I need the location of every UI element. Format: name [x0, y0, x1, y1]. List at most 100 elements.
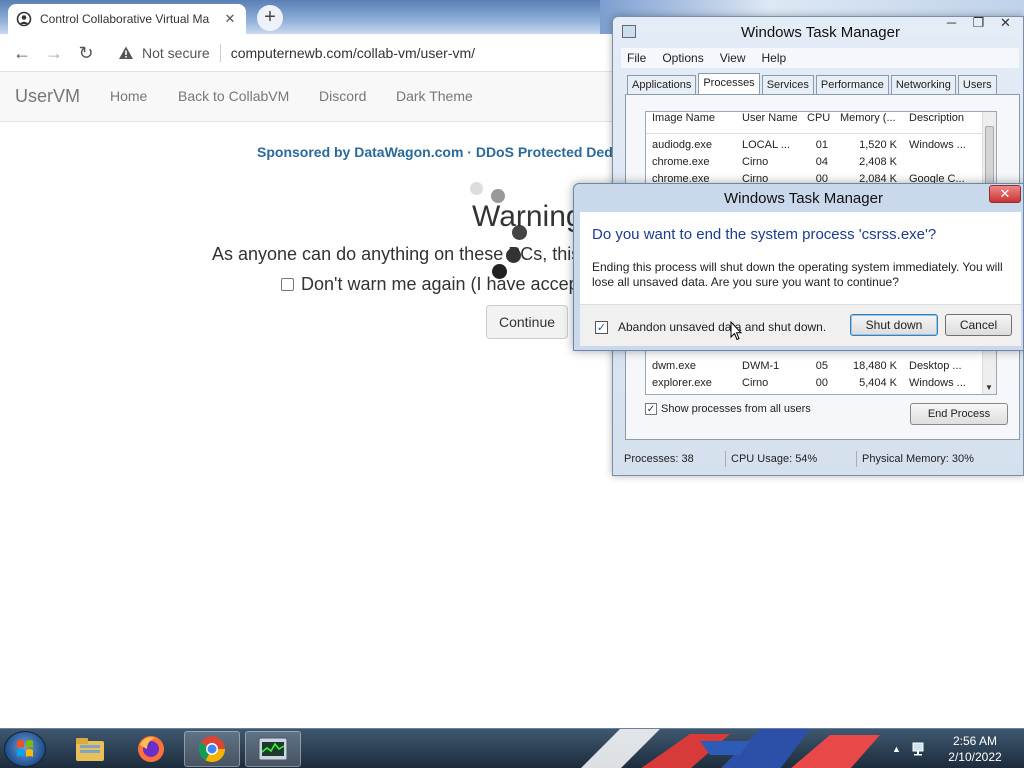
cell-image: audiodg.exe — [652, 139, 712, 151]
cell-image: explorer.exe — [652, 377, 712, 389]
menu-options[interactable]: Options — [662, 51, 703, 65]
scroll-thumb[interactable] — [985, 126, 994, 186]
taskbar-firefox[interactable] — [123, 731, 179, 767]
end-process-button[interactable]: End Process — [910, 403, 1008, 425]
cell-description — [903, 154, 983, 171]
back-arrow-icon[interactable]: ← — [10, 41, 34, 65]
tab-users[interactable]: Users — [957, 75, 997, 94]
table-row[interactable]: explorer.exe Cirno 00 5,404 K Windows ..… — [646, 375, 983, 392]
dialog-body: Do you want to end the system process 'c… — [580, 212, 1021, 346]
cell-user: LOCAL ... — [742, 139, 790, 151]
shut-down-button[interactable]: Shut down — [850, 314, 938, 336]
not-secure-warning-icon — [119, 46, 133, 59]
sponsor-link[interactable]: Sponsored by DataWagon.com · DDoS Protec… — [257, 144, 613, 160]
system-tray: ▲ — [892, 729, 929, 768]
cell-image: chrome.exe — [652, 156, 710, 168]
col-description[interactable]: Description — [903, 112, 983, 133]
end-process-dialog: Windows Task Manager ✕ Do you want to en… — [573, 183, 1024, 351]
window-caption-buttons: ─ ❐ ✕ — [938, 15, 1019, 33]
menu-file[interactable]: File — [627, 51, 646, 65]
cell-cpu: 05 — [815, 360, 828, 372]
cell-user: Cirno — [742, 156, 769, 168]
tab-processes[interactable]: Processes — [698, 73, 760, 94]
menu-help[interactable]: Help — [762, 51, 787, 65]
dialog-title: Windows Task Manager — [724, 190, 883, 207]
browser-tab[interactable]: Control Collaborative Virtual Ma ✕ — [8, 4, 246, 34]
warning-text: As anyone can do anything on these PCs, … — [212, 244, 581, 264]
table-row[interactable]: chrome.exe Cirno 04 2,408 K — [646, 154, 983, 171]
taskbar-task-manager[interactable] — [245, 731, 301, 767]
cell-memory: 2,408 K — [859, 156, 897, 168]
taskbar-clock[interactable]: 2:56 AM 2/10/2022 — [945, 733, 1005, 765]
security-label: Not secure — [142, 45, 210, 61]
nav-dark-theme-link[interactable]: Dark Theme — [396, 88, 473, 104]
cell-cpu: 01 — [815, 139, 828, 151]
minimize-icon[interactable]: ─ — [938, 15, 965, 33]
cell-description: Desktop ... — [909, 360, 962, 372]
show-hidden-icons-icon[interactable]: ▲ — [892, 744, 901, 754]
new-tab-button[interactable]: + — [257, 5, 283, 31]
explorer-icon — [76, 738, 104, 761]
show-all-processes-row[interactable]: ✓ Show processes from all users — [645, 403, 811, 415]
tab-title: Control Collaborative Virtual Ma — [40, 12, 210, 26]
col-cpu[interactable]: CPU — [801, 112, 834, 133]
col-image-name[interactable]: Image Name — [646, 112, 736, 133]
nav-back-collabvm-link[interactable]: Back to CollabVM — [178, 88, 289, 104]
dialog-footer: ✓ Abandon unsaved data and shut down. Sh… — [580, 304, 1021, 346]
continue-button[interactable]: Continue — [486, 305, 568, 339]
nav-home-link[interactable]: Home — [110, 88, 147, 104]
warning-heading: Warning — [472, 200, 583, 233]
chrome-icon — [198, 736, 226, 763]
cell-cpu: 04 — [815, 156, 828, 168]
cell-user: DWM-1 — [742, 360, 780, 372]
cell-description: Windows ... — [909, 139, 966, 151]
cell-memory: 1,520 K — [859, 139, 897, 151]
clock-date: 2/10/2022 — [948, 750, 1002, 764]
show-all-checkbox[interactable]: ✓ — [645, 403, 657, 415]
abandon-data-row[interactable]: ✓ Abandon unsaved data and shut down. — [595, 320, 826, 334]
scroll-down-icon[interactable]: ▼ — [985, 383, 993, 392]
tab-networking[interactable]: Networking — [890, 75, 956, 94]
reload-icon[interactable]: ↻ — [74, 41, 98, 65]
tab-applications[interactable]: Applications — [627, 75, 697, 94]
abandon-data-checkbox[interactable]: ✓ — [595, 320, 608, 334]
table-row[interactable]: audiodg.exe LOCAL ... 01 1,520 K Windows… — [646, 137, 983, 154]
site-brand[interactable]: UserVM — [15, 86, 80, 107]
status-processes: Processes: 38 — [619, 451, 726, 467]
col-memory[interactable]: Memory (... — [834, 112, 903, 133]
forward-arrow-icon[interactable]: → — [42, 41, 66, 65]
cell-description: Windows ... — [909, 377, 966, 389]
cell-image: dwm.exe — [652, 360, 697, 372]
clock-time: 2:56 AM — [952, 734, 998, 748]
col-user-name[interactable]: User Name — [736, 112, 801, 133]
dont-warn-label: Don't warn me again (I have accep — [301, 274, 579, 294]
menu-view[interactable]: View — [720, 51, 746, 65]
firefox-icon — [138, 736, 164, 762]
close-icon[interactable]: ✕ — [992, 15, 1019, 33]
task-manager-icon — [258, 737, 288, 761]
status-cpu: CPU Usage: 54% — [726, 451, 857, 467]
dont-warn-row[interactable]: Don't warn me again (I have accep — [281, 274, 579, 295]
nav-discord-link[interactable]: Discord — [319, 88, 366, 104]
network-icon[interactable] — [911, 740, 929, 758]
task-manager-app-icon — [622, 25, 636, 38]
tab-close-icon[interactable]: ✕ — [222, 11, 238, 27]
start-button[interactable] — [4, 731, 46, 767]
address-bar[interactable]: Not secure computernewb.com/collab-vm/us… — [108, 38, 613, 68]
cell-memory: 5,404 K — [859, 377, 897, 389]
task-manager-statusbar: Processes: 38 CPU Usage: 54% Physical Me… — [619, 449, 1019, 469]
maximize-icon[interactable]: ❐ — [965, 15, 992, 33]
table-row[interactable]: dwm.exe DWM-1 05 18,480 K Desktop ... — [646, 358, 983, 375]
dialog-heading: Do you want to end the system process 'c… — [592, 226, 937, 243]
tab-services[interactable]: Services — [761, 75, 814, 94]
dialog-close-icon[interactable]: ✕ — [989, 185, 1021, 203]
taskbar-chrome[interactable] — [184, 731, 240, 767]
cell-memory: 18,480 K — [852, 360, 897, 372]
show-all-label: Show processes from all users — [661, 403, 811, 415]
taskbar-explorer[interactable] — [62, 731, 118, 767]
abandon-data-label: Abandon unsaved data and shut down. — [618, 320, 827, 334]
tab-performance[interactable]: Performance — [815, 75, 889, 94]
desktop-wallpaper-art — [580, 729, 890, 768]
dont-warn-checkbox[interactable] — [281, 278, 294, 291]
cancel-button[interactable]: Cancel — [945, 314, 1012, 336]
